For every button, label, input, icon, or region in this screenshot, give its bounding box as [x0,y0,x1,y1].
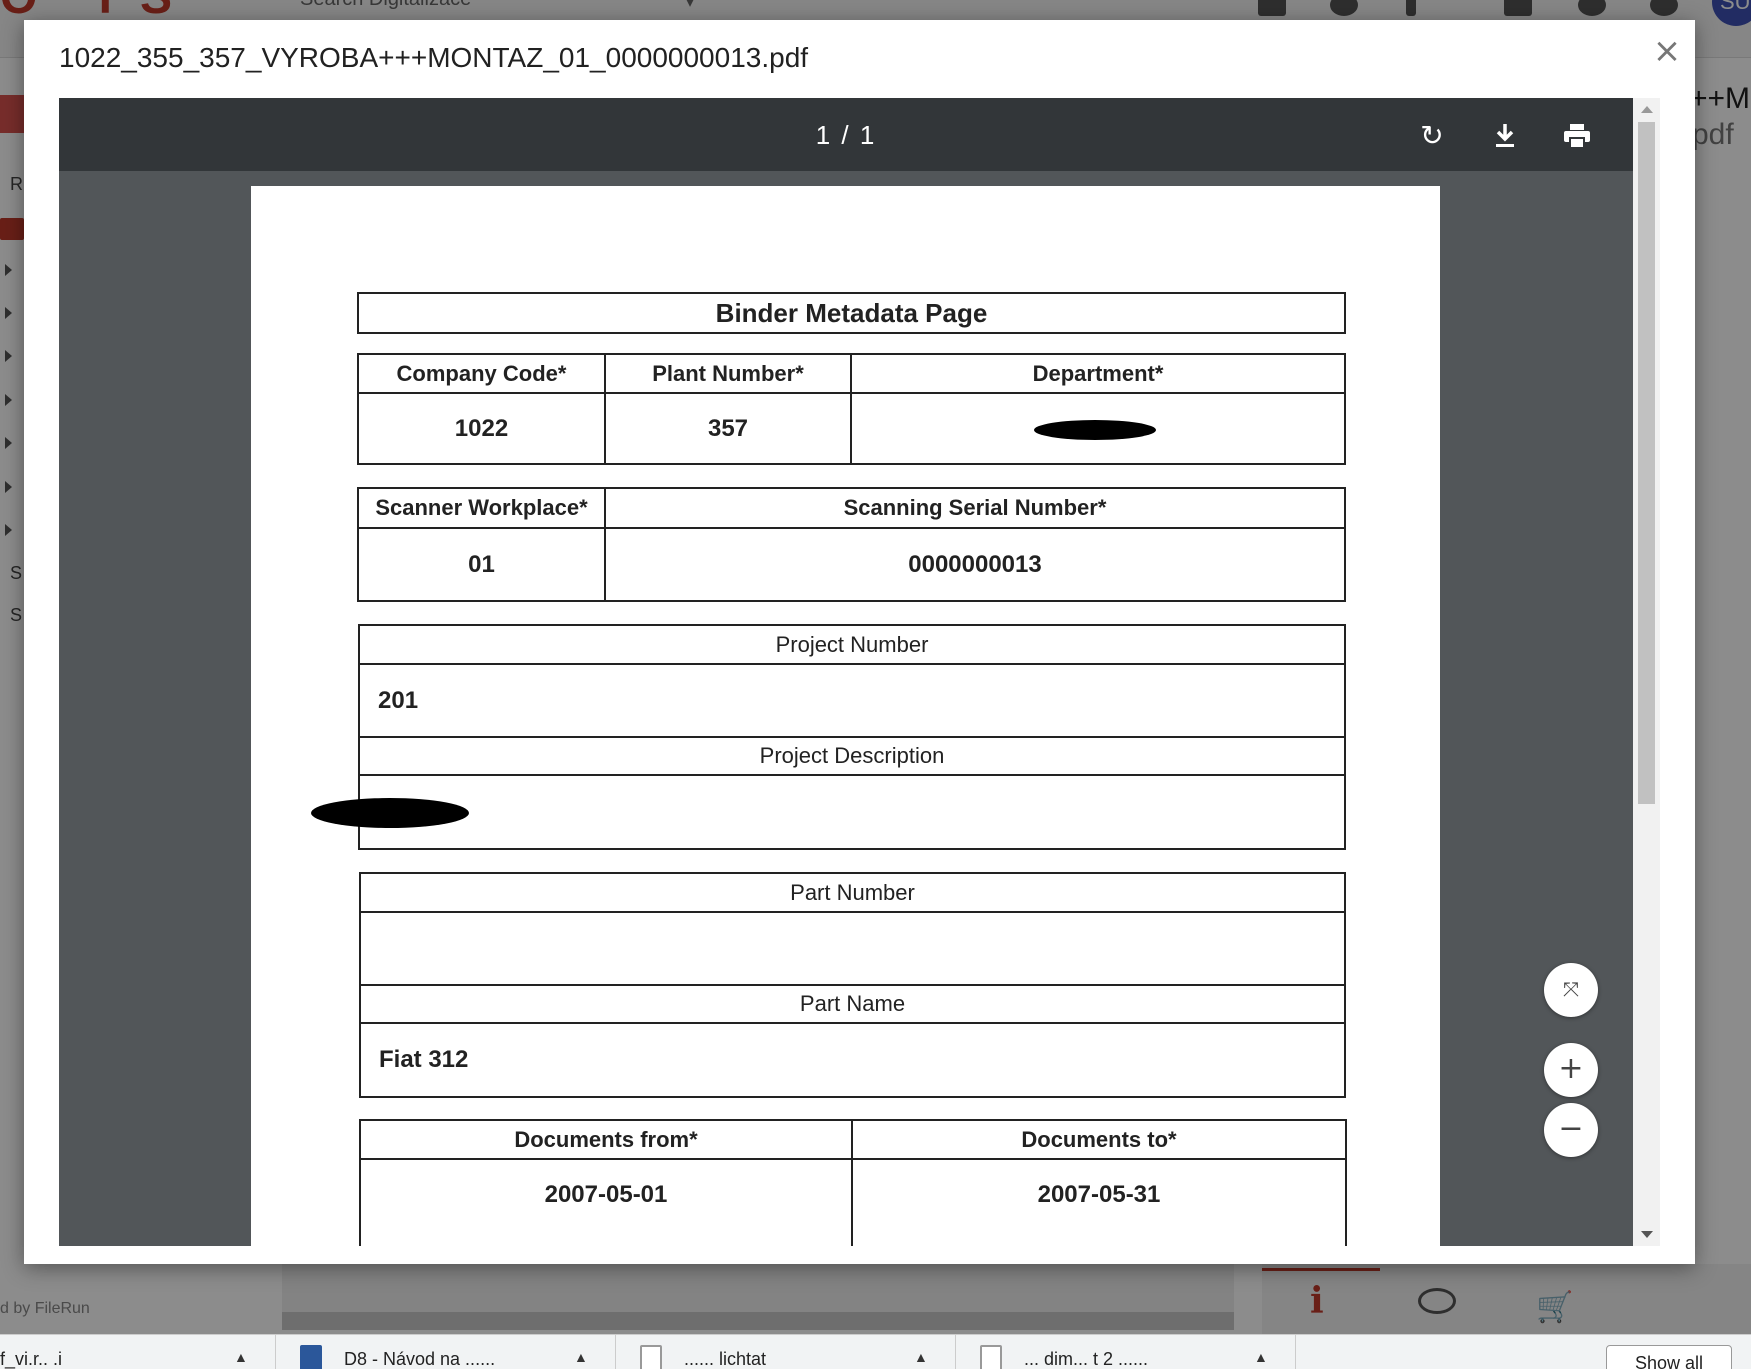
documents-from-label: Documents from* [514,1126,698,1152]
download-item-label: f_vi.r.. .i [0,1349,63,1369]
part-number-value [361,913,1344,984]
plant-number-label: Plant Number* [652,360,804,386]
download-icon[interactable] [1485,116,1525,156]
project-number-label: Project Number [775,631,929,657]
download-item[interactable]: ...... lichtat ▲ [616,1335,956,1369]
close-icon[interactable]: × [1650,34,1684,70]
show-all-button[interactable]: Show all [1606,1345,1732,1369]
pdf-toolbar: 1 / 1 ↻ [59,98,1633,171]
project-description-label: Project Description [759,743,945,768]
documents-to-value: 2007-05-31 [1037,1181,1161,1208]
part-number-label: Part Number [790,879,915,905]
scanning-serial-value: 0000000013 [908,550,1042,578]
word-doc-icon [300,1345,322,1369]
project-number-value: 201 [378,686,419,714]
vertical-scrollbar[interactable] [1633,98,1660,1246]
company-table: Company Code* Plant Number* Department* … [357,353,1346,465]
pdf-page: Binder Metadata Page Company Code* Plant… [251,186,1440,1246]
rotate-icon[interactable]: ↻ [1412,116,1452,156]
scanning-serial-label: Scanning Serial Number* [843,495,1107,520]
company-code-value: 1022 [454,414,509,442]
downloads-bar: f_vi.r.. .i ▲ D8 - Návod na ...... ▲ ...… [0,1334,1751,1369]
divider [360,774,1344,776]
documents-from-value: 2007-05-01 [544,1181,668,1208]
scroll-thumb[interactable] [1638,122,1655,804]
department-label: Department* [1032,360,1164,386]
chevron-up-icon[interactable]: ▲ [914,1349,928,1365]
part-table: Part Number Part Name Fiat 312 [359,872,1346,1098]
modal-title: 1022_355_357_VYROBA+++MONTAZ_01_00000000… [59,42,809,73]
pdf-viewer[interactable]: 1 / 1 ↻ Binder Metadata Page Company Cod… [59,98,1660,1246]
chevron-up-icon[interactable]: ▲ [234,1349,248,1365]
zoom-in-icon[interactable]: + [1544,1043,1598,1097]
scanner-workplace-value: 01 [468,550,495,578]
download-item[interactable]: f_vi.r.. .i ▲ [0,1335,276,1369]
pdf-preview-modal: 1022_355_357_VYROBA+++MONTAZ_01_00000000… [24,20,1695,1264]
scanner-table: Scanner Workplace* Scanning Serial Numbe… [357,487,1346,602]
chevron-up-icon[interactable]: ▲ [574,1349,588,1365]
print-icon[interactable] [1557,116,1597,156]
redaction-mark [311,798,469,828]
company-code-label: Company Code* [396,360,567,386]
fit-page-icon[interactable]: ⤧ [1544,963,1598,1017]
part-name-value: Fiat 312 [379,1046,469,1073]
documents-to-label: Documents to* [1021,1126,1177,1152]
heading-box: Binder Metadata Page [357,292,1346,334]
download-item[interactable]: ... dim... t 2 ...... ▲ [956,1335,1296,1369]
project-table: Project Number 201 Project Description [358,624,1346,850]
scroll-up-icon[interactable] [1641,106,1653,113]
redaction-mark [1034,420,1156,440]
chevron-up-icon[interactable]: ▲ [1254,1349,1268,1365]
part-name-label: Part Name [799,991,906,1016]
scanner-workplace-label: Scanner Workplace* [375,495,588,520]
download-item-label: D8 - Návod na ...... [344,1349,496,1369]
page-indicator: 1 / 1 [815,120,877,150]
documents-range-table: Documents from* Documents to* 2007-05-01… [359,1119,1347,1246]
download-item-label: ... dim... t 2 ...... [1024,1349,1149,1369]
download-item-label: ...... lichtat [684,1349,767,1369]
zoom-out-icon[interactable]: − [1544,1103,1598,1157]
document-heading: Binder Metadata Page [715,297,988,328]
file-icon [980,1345,1002,1369]
scroll-down-icon[interactable] [1641,1231,1653,1238]
download-item[interactable]: D8 - Návod na ...... ▲ [276,1335,616,1369]
file-icon [640,1345,662,1369]
plant-number-value: 357 [707,414,749,442]
